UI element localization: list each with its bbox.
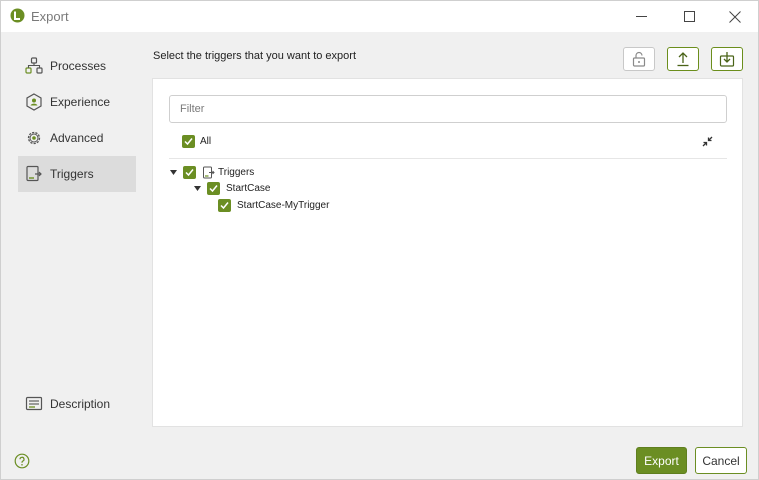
tree-checkbox[interactable]	[183, 165, 196, 179]
download-icon	[719, 52, 735, 67]
tree-node-label: StartCase-MyTrigger	[237, 199, 330, 211]
maximize-icon	[683, 11, 695, 22]
sidebar-item-label: Triggers	[50, 167, 94, 181]
sidebar: Processes Experience Advanced Triggers D…	[1, 32, 144, 439]
tree-node-startcase[interactable]: StartCase	[193, 181, 270, 195]
triggers-panel: All Triggers	[152, 78, 743, 427]
process-icon	[25, 57, 43, 74]
upload-button[interactable]	[667, 47, 699, 71]
sidebar-item-experience[interactable]: Experience	[18, 84, 136, 120]
export-dialog: Export Processes Experience Advanced Tri…	[0, 0, 759, 480]
check-icon	[209, 184, 218, 192]
sidebar-item-advanced[interactable]: Advanced	[18, 120, 136, 156]
sidebar-item-triggers[interactable]: Triggers	[18, 156, 136, 192]
check-icon	[184, 137, 193, 145]
tree-checkbox[interactable]	[218, 198, 231, 212]
divider	[169, 158, 727, 159]
instruction-text: Select the triggers that you want to exp…	[153, 50, 357, 62]
sidebar-item-processes[interactable]: Processes	[18, 48, 136, 84]
tree-node-startcase-mytrigger[interactable]: StartCase-MyTrigger	[218, 198, 329, 212]
expand-caret-icon[interactable]	[193, 184, 201, 192]
maximize-button[interactable]	[666, 1, 712, 32]
close-button[interactable]	[712, 1, 758, 32]
window-title: Export	[31, 9, 69, 24]
download-button[interactable]	[711, 47, 743, 71]
sidebar-item-label: Experience	[50, 95, 111, 109]
experience-icon	[26, 93, 42, 111]
lock-button[interactable]	[623, 47, 655, 71]
collapse-all-button[interactable]	[700, 134, 714, 148]
close-icon	[729, 10, 741, 23]
tree-node-label: StartCase	[226, 182, 271, 194]
sidebar-item-description[interactable]: Description	[18, 386, 136, 422]
trigger-icon	[202, 166, 215, 179]
trigger-icon	[26, 165, 42, 182]
tree-checkbox[interactable]	[207, 181, 220, 195]
app-logo-icon	[10, 8, 25, 23]
collapse-icon	[702, 136, 712, 146]
upload-icon	[677, 52, 689, 67]
minimize-icon	[635, 16, 647, 17]
expand-caret-icon[interactable]	[169, 168, 177, 176]
check-icon	[220, 201, 229, 209]
gear-icon	[27, 131, 41, 145]
sidebar-item-label: Description	[50, 397, 111, 411]
minimize-button[interactable]	[618, 1, 664, 32]
select-all-label: All	[200, 135, 212, 147]
help-icon[interactable]	[14, 453, 30, 469]
sidebar-item-label: Processes	[50, 59, 107, 73]
description-icon	[25, 396, 43, 411]
filter-input[interactable]	[169, 95, 727, 123]
tree-node-triggers[interactable]: Triggers	[169, 165, 254, 179]
check-icon	[185, 168, 194, 176]
title-bar: Export	[1, 1, 758, 32]
sidebar-item-label: Advanced	[50, 131, 104, 145]
cancel-button[interactable]: Cancel	[695, 447, 747, 474]
lock-icon	[632, 51, 646, 67]
select-all-row[interactable]: All	[182, 134, 211, 148]
export-button[interactable]: Export	[636, 447, 687, 474]
select-all-checkbox[interactable]	[182, 134, 195, 148]
tree-node-label: Triggers	[218, 166, 255, 178]
